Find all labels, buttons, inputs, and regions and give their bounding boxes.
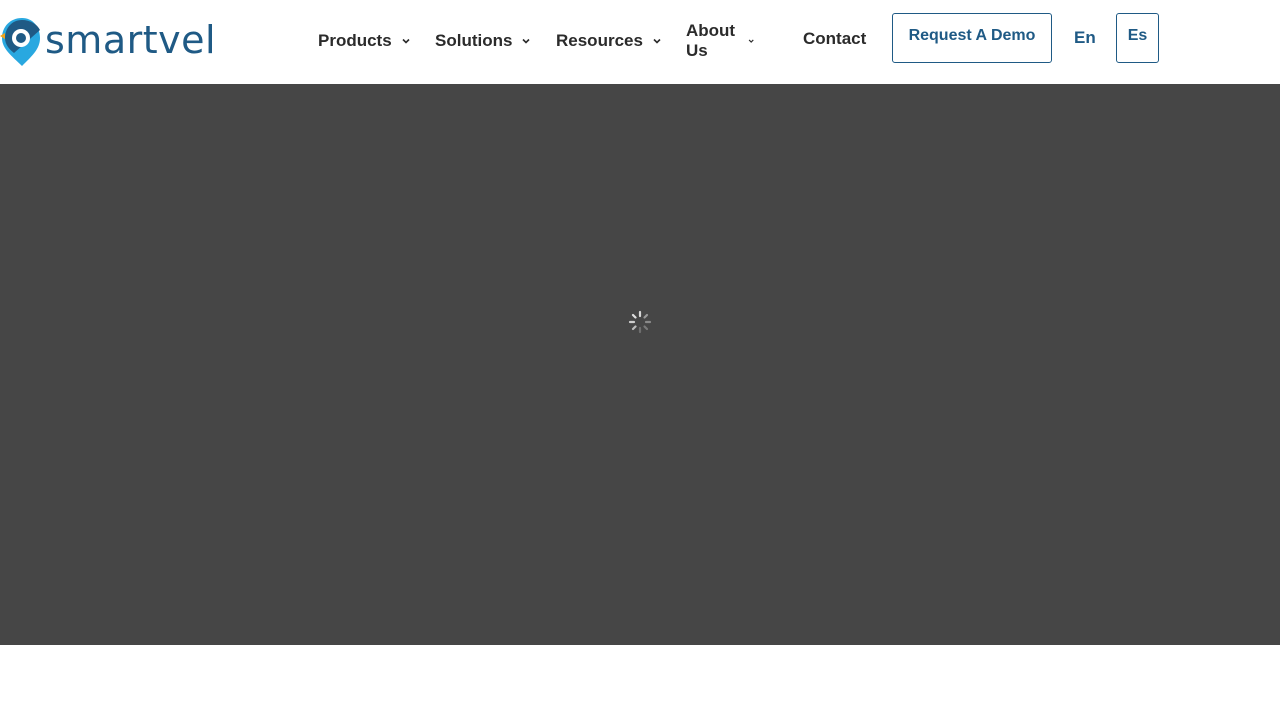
nav-item-label: About Us (686, 21, 736, 60)
nav-item-resources[interactable]: Resources (556, 30, 663, 52)
nav-item-contact[interactable]: Contact (803, 28, 866, 50)
nav-item-label: Solutions (435, 31, 513, 50)
nav-item-about-us[interactable]: About Us (686, 21, 755, 60)
language-en-link[interactable]: En (1074, 28, 1096, 48)
hero-video-area (0, 84, 1280, 645)
chevron-down-icon (653, 38, 661, 44)
chevron-down-icon (402, 38, 410, 44)
nav-item-label: Products (318, 31, 392, 50)
location-pin-logo-icon (0, 18, 40, 66)
chevron-down-icon (522, 38, 531, 44)
brand-logo[interactable]: smartvel (0, 16, 216, 68)
request-demo-button[interactable]: Request A Demo (892, 13, 1052, 63)
loading-spinner-icon (628, 310, 652, 334)
chevron-down-icon (748, 39, 754, 43)
language-es-button[interactable]: Es (1116, 13, 1159, 63)
nav-item-products[interactable]: Products (318, 30, 412, 52)
nav-item-label: Contact (803, 29, 867, 48)
site-header: smartvel Products Solutions Resources Ab… (0, 0, 1280, 84)
brand-name: smartvel (45, 18, 217, 62)
nav-item-label: Resources (556, 31, 643, 50)
nav-item-solutions[interactable]: Solutions (435, 30, 532, 52)
